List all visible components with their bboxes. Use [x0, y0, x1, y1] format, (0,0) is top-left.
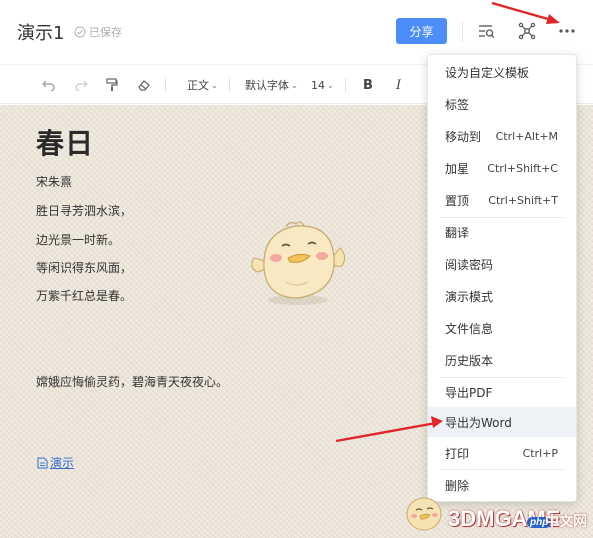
menu-item-export-pdf[interactable]: 导出PDF	[428, 378, 576, 406]
poem-line[interactable]: 边光景一时新。	[36, 231, 120, 248]
menu-item-label: 置顶	[445, 193, 470, 208]
save-status-text: 已保存	[89, 26, 122, 39]
paragraph-style-value: 正文	[187, 79, 209, 92]
check-circle-icon	[74, 26, 86, 38]
menu-item-star[interactable]: 加星 Ctrl+Shift+C	[428, 154, 576, 182]
chevron-down-icon: ⌄	[327, 80, 334, 90]
menu-item-label: 翻译	[445, 225, 470, 240]
document-link-label: 演示	[50, 456, 75, 470]
font-family-select[interactable]: 默认字体 ⌄	[245, 76, 298, 94]
poem-extra-line[interactable]: 嫦娥应悔偷灵药，碧海青天夜夜心。	[36, 373, 228, 390]
more-options-menu: 设为自定义模板 标签 移动到 Ctrl+Alt+M 加星 Ctrl+Shift+C …	[427, 54, 577, 502]
menu-item-export-word[interactable]: 导出为Word	[428, 407, 576, 437]
redo-icon[interactable]	[74, 76, 88, 94]
menu-item-label: 标签	[445, 97, 470, 112]
paragraph-style-select[interactable]: 正文 ⌄	[187, 76, 218, 94]
menu-item-label: 加星	[445, 161, 470, 176]
document-link[interactable]: 演示	[37, 454, 74, 471]
menu-item-shortcut: Ctrl+P	[522, 446, 558, 460]
menu-item-presentation-mode[interactable]: 演示模式	[428, 282, 576, 310]
menu-item-shortcut: Ctrl+Shift+C	[487, 161, 558, 175]
menu-item-label: 文件信息	[445, 321, 494, 336]
font-size-select[interactable]: 14 ⌄	[311, 76, 334, 94]
poem-title[interactable]: 春日	[36, 122, 94, 162]
chick-mascot-image	[251, 221, 346, 305]
menu-item-label: 移动到	[445, 129, 482, 144]
watermark-site: 中文网	[545, 513, 587, 529]
poem-line[interactable]: 胜日寻芳泗水滨，	[36, 202, 132, 219]
clear-format-icon[interactable]	[137, 76, 151, 94]
menu-item-pin-top[interactable]: 置顶 Ctrl+Shift+T	[428, 186, 576, 214]
menu-item-label: 历史版本	[445, 353, 494, 368]
menu-item-label: 导出为Word	[445, 415, 512, 430]
format-painter-icon[interactable]	[106, 76, 118, 94]
poem-line[interactable]: 万紫千红总是春。	[36, 287, 132, 304]
menu-item-set-custom-template[interactable]: 设为自定义模板	[428, 58, 576, 86]
menu-item-label: 打印	[445, 446, 470, 461]
menu-item-shortcut: Ctrl+Shift+T	[488, 193, 558, 207]
menu-item-translate[interactable]: 翻译	[428, 218, 576, 246]
menu-item-shortcut: Ctrl+Alt+M	[495, 129, 558, 143]
share-button[interactable]: 分享	[396, 18, 447, 44]
menu-item-move-to[interactable]: 移动到 Ctrl+Alt+M	[428, 122, 576, 150]
font-size-value: 14	[311, 78, 325, 92]
chevron-down-icon: ⌄	[291, 80, 298, 90]
toolbar-divider	[165, 78, 166, 92]
chevron-down-icon: ⌄	[211, 80, 218, 90]
menu-item-label: 导出PDF	[445, 385, 493, 400]
menu-item-label: 设为自定义模板	[445, 65, 530, 80]
toolbar-divider	[229, 78, 230, 92]
mindmap-icon[interactable]	[516, 20, 538, 42]
save-status: 已保存	[74, 24, 122, 40]
toolbar-divider	[345, 78, 346, 92]
menu-item-read-password[interactable]: 阅读密码	[428, 250, 576, 278]
poem-author[interactable]: 宋朱熹	[36, 173, 72, 190]
menu-item-print[interactable]: 打印 Ctrl+P	[428, 439, 576, 467]
document-icon	[37, 457, 48, 468]
menu-item-file-info[interactable]: 文件信息	[428, 314, 576, 342]
undo-icon[interactable]	[42, 76, 56, 94]
header-divider	[462, 22, 463, 42]
document-title[interactable]: 演示1	[17, 19, 64, 45]
poem-line[interactable]: 等闲识得东风面，	[36, 259, 132, 276]
outline-search-icon[interactable]	[476, 20, 498, 42]
menu-item-tags[interactable]: 标签	[428, 90, 576, 118]
font-family-value: 默认字体	[245, 79, 289, 92]
menu-item-label: 阅读密码	[445, 257, 494, 272]
menu-item-label: 演示模式	[445, 289, 494, 304]
bold-button[interactable]: B	[363, 76, 373, 94]
menu-divider	[440, 469, 564, 470]
italic-button[interactable]: I	[396, 76, 401, 94]
more-icon[interactable]	[556, 20, 578, 42]
menu-item-history[interactable]: 历史版本	[428, 346, 576, 374]
